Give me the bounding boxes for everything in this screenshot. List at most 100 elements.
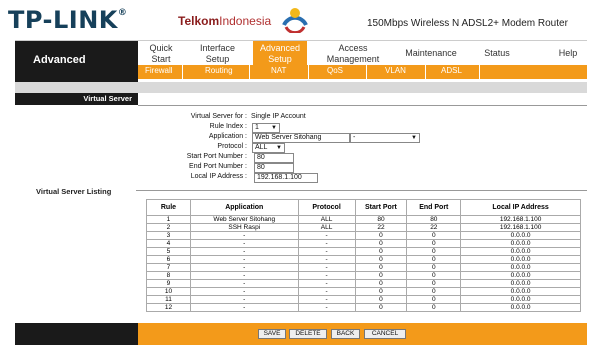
subtab-qos[interactable]: QoS	[327, 66, 343, 75]
cell-application: -	[189, 263, 299, 272]
chevron-down-icon: ▼	[271, 125, 277, 131]
cell-application: -	[189, 287, 299, 296]
cell-start-port: 0	[354, 255, 408, 264]
start-port-label: Start Port Number :	[186, 153, 247, 160]
back-button[interactable]: BACK	[331, 329, 360, 339]
cell-rule: 9	[146, 279, 191, 288]
col-application: Application	[189, 199, 299, 216]
telkom-logo-text: TelkomIndonesia	[178, 14, 271, 28]
tab-access-management[interactable]: Access Management	[317, 43, 389, 65]
vs-for-label: Virtual Server for :	[190, 113, 247, 120]
cell-start-port: 0	[354, 279, 408, 288]
cell-protocol: -	[297, 295, 356, 304]
local-ip-input[interactable]: 192.168.1.100	[254, 173, 318, 183]
cell-application: -	[189, 255, 299, 264]
cell-rule: 4	[146, 239, 191, 248]
local-ip-label: Local IP Address :	[190, 173, 247, 180]
cell-start-port: 0	[354, 287, 408, 296]
footer-bar	[138, 323, 587, 345]
cell-protocol: -	[297, 255, 356, 264]
cell-end-port: 0	[406, 271, 462, 280]
cell-end-port: 0	[406, 239, 462, 248]
delete-button[interactable]: DELETE	[289, 329, 327, 339]
cell-end-port: 0	[406, 263, 462, 272]
subtab-separator	[366, 65, 367, 79]
tab-quick-start[interactable]: Quick Start	[146, 43, 176, 65]
cell-rule: 6	[146, 255, 191, 264]
registered-mark: ®	[117, 8, 128, 18]
cell-application: -	[189, 279, 299, 288]
application-input[interactable]: Web Server Sitohang	[252, 133, 350, 143]
tab-interface-setup[interactable]: Interface Setup	[195, 43, 240, 65]
col-start-port: Start Port	[354, 199, 408, 216]
virtual-server-label: Virtual Server	[83, 94, 132, 103]
table-row: 7- -0 0 0.0.0.0	[146, 263, 581, 272]
tab-access-management-l2: Management	[326, 54, 380, 64]
cell-application: -	[189, 247, 299, 256]
table-row: 12- -0 0 0.0.0.0	[146, 303, 581, 312]
tab-maintenance[interactable]: Maintenance	[400, 48, 462, 59]
router-admin-page: TP-LINK® TelkomIndonesia 150Mbps Wireles…	[0, 0, 596, 345]
end-port-input[interactable]: 80	[254, 163, 294, 173]
rule-index-select[interactable]: 1 ▼	[252, 123, 280, 133]
subtab-separator	[479, 65, 480, 79]
table-body: 1 Web Server Sitohang ALL 80 80 192.168.1.100…	[146, 215, 581, 312]
cell-local-ip: 0.0.0.0	[460, 295, 581, 304]
gray-band	[15, 82, 587, 93]
end-port-label: End Port Number :	[189, 163, 247, 170]
save-button[interactable]: SAVE	[258, 329, 286, 339]
start-port-input[interactable]: 80	[254, 153, 294, 163]
cell-end-port: 0	[406, 295, 462, 304]
table-row: 3- -0 0 0.0.0.0	[146, 231, 581, 240]
application-select[interactable]: - ▼	[350, 133, 420, 143]
cell-rule: 5	[146, 247, 191, 256]
application-select-value: -	[353, 134, 356, 141]
subtab-nat[interactable]: NAT	[271, 66, 286, 75]
cell-application: -	[189, 271, 299, 280]
tab-help-l1: Help	[558, 48, 578, 58]
tab-advanced-setup-l1: Advanced	[259, 43, 301, 53]
subtab-firewall[interactable]: Firewall	[145, 66, 173, 75]
col-rule: Rule	[146, 199, 191, 216]
footer-left	[15, 323, 138, 345]
tab-help[interactable]: Help	[553, 48, 583, 59]
tab-status-l1: Status	[484, 48, 510, 58]
table-header-row: Rule Application Protocol Start Port End…	[146, 199, 581, 216]
cell-end-port: 0	[406, 279, 462, 288]
cell-local-ip: 0.0.0.0	[460, 279, 581, 288]
cell-application: -	[189, 303, 299, 312]
protocol-label: Protocol :	[217, 143, 247, 150]
cell-local-ip: 0.0.0.0	[460, 271, 581, 280]
cell-protocol: -	[297, 231, 356, 240]
cell-rule: 3	[146, 231, 191, 240]
cell-application: -	[189, 239, 299, 248]
table-row: 4- -0 0 0.0.0.0	[146, 239, 581, 248]
rule-index-value: 1	[255, 124, 259, 131]
cell-protocol: -	[297, 239, 356, 248]
cell-protocol: -	[297, 287, 356, 296]
subtab-routing[interactable]: Routing	[205, 66, 233, 75]
sub-nav: Firewall Routing NAT QoS VLAN ADSL	[138, 65, 587, 79]
telkom-logo-icon	[282, 8, 308, 33]
cell-start-port: 80	[354, 215, 408, 224]
cancel-button[interactable]: CANCEL	[364, 329, 406, 339]
cell-end-port: 0	[406, 231, 462, 240]
cell-protocol: -	[297, 247, 356, 256]
cell-application: -	[189, 295, 299, 304]
tab-access-management-l1: Access	[338, 43, 368, 53]
col-protocol: Protocol	[297, 199, 356, 216]
subtab-adsl[interactable]: ADSL	[441, 66, 462, 75]
cell-local-ip: 0.0.0.0	[460, 303, 581, 312]
virtual-server-header: Virtual Server	[15, 93, 138, 105]
cell-local-ip: 0.0.0.0	[460, 263, 581, 272]
table-row: 8- -0 0 0.0.0.0	[146, 271, 581, 280]
cell-application: -	[189, 231, 299, 240]
tab-advanced-setup[interactable]: Advanced Setup	[253, 41, 307, 68]
protocol-select[interactable]: ALL ▼	[252, 143, 285, 153]
subtab-vlan[interactable]: VLAN	[385, 66, 406, 75]
cell-end-port: 22	[406, 223, 462, 232]
vs-for-value: Single IP Account	[251, 113, 306, 120]
tab-status[interactable]: Status	[477, 48, 517, 59]
table-row: 2 SSH Raspi ALL 22 22 192.168.1.100	[146, 223, 581, 232]
tab-interface-setup-l1: Interface	[199, 43, 236, 53]
